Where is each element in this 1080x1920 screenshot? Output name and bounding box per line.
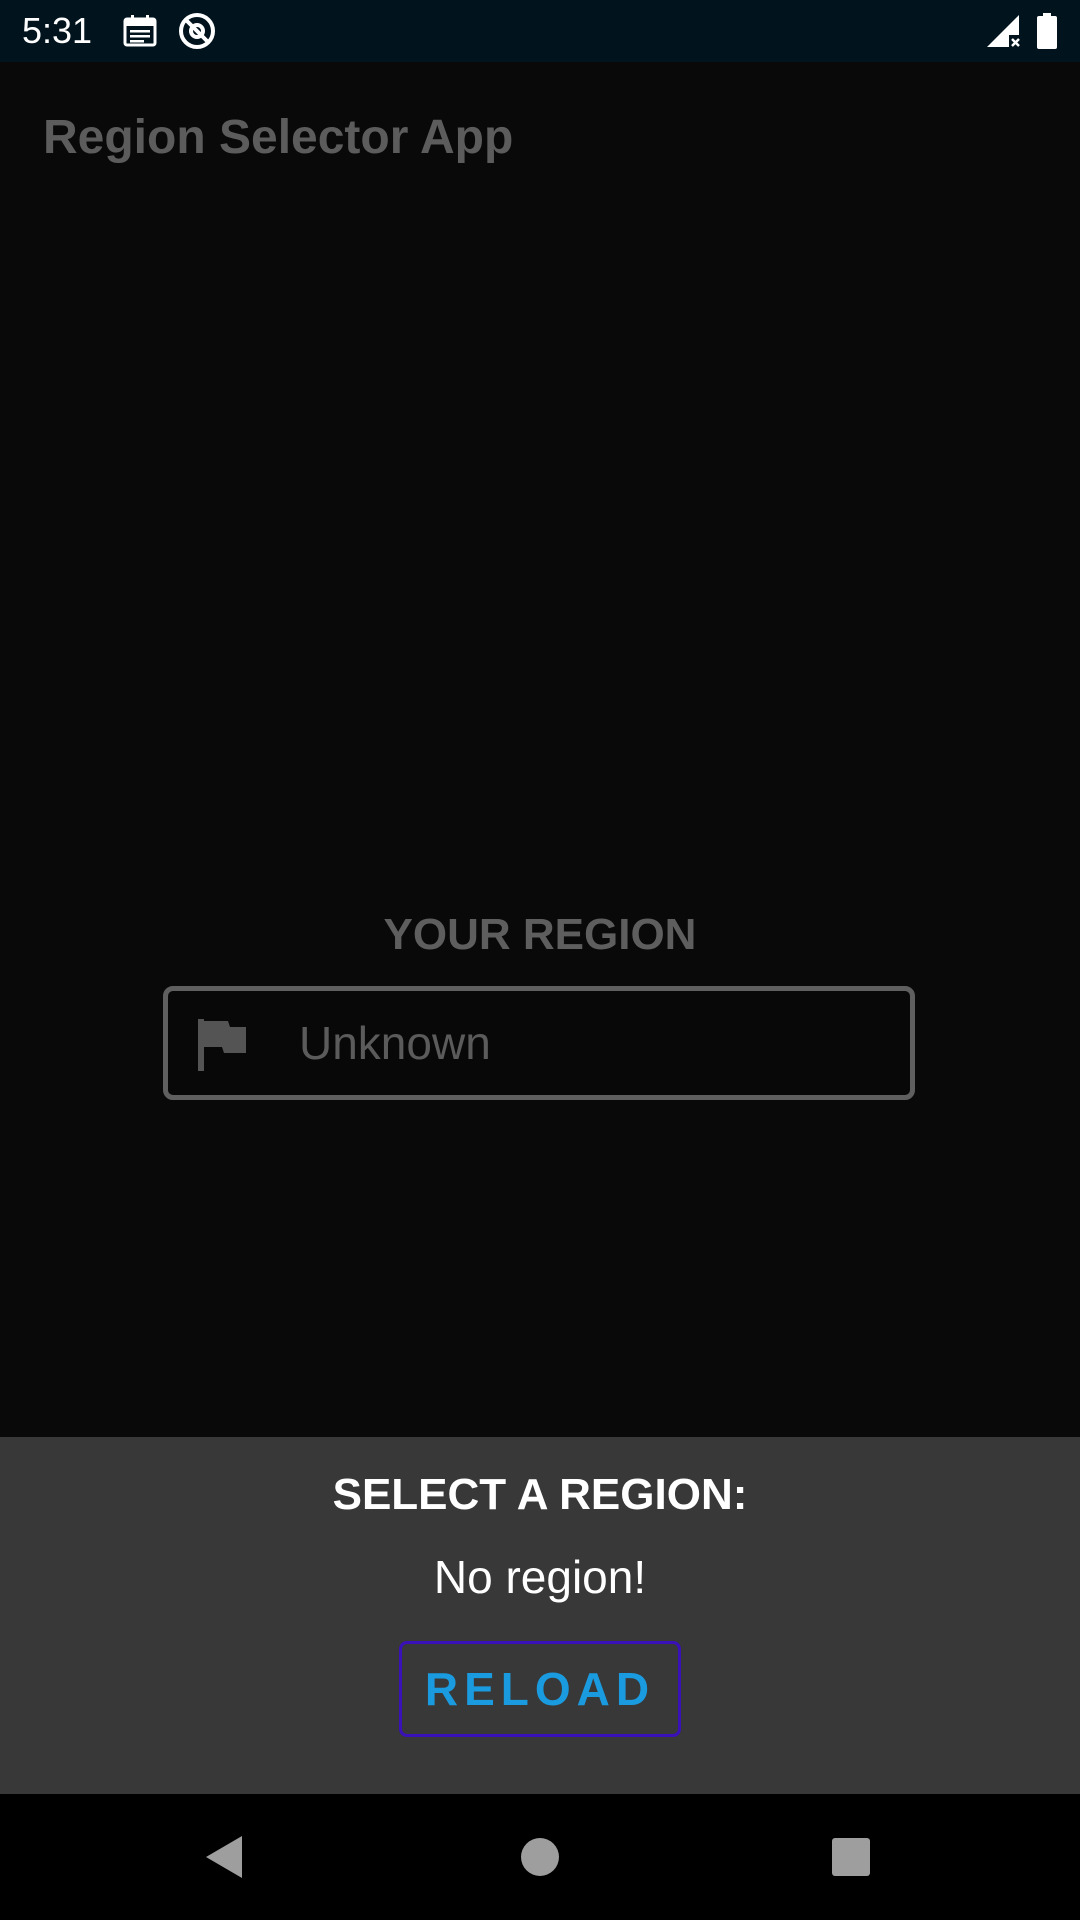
region-value: Unknown <box>299 1017 491 1069</box>
status-time: 5:31 <box>22 10 93 51</box>
region-field[interactable]: Unknown <box>163 986 915 1100</box>
home-icon[interactable] <box>507 1824 573 1890</box>
sheet-title: SELECT A REGION: <box>332 1470 748 1519</box>
navigation-bar <box>0 1794 1080 1920</box>
back-icon[interactable] <box>192 1824 258 1890</box>
signal-no-data-icon <box>987 15 1020 47</box>
reload-button[interactable]: RELOAD <box>399 1641 681 1737</box>
battery-icon <box>1037 13 1057 49</box>
at-sign-circle-icon <box>179 13 215 49</box>
flag-icon <box>198 1019 246 1071</box>
app-screen: 5:31 Region Selector App YOUR REGION Unk… <box>0 0 1080 1920</box>
sheet-message: No region! <box>433 1551 647 1603</box>
calendar-icon <box>123 15 157 47</box>
select-region-sheet: SELECT A REGION: No region! RELOAD <box>0 1437 1080 1794</box>
region-heading: YOUR REGION <box>383 910 697 959</box>
app-title: Region Selector App <box>43 111 514 164</box>
status-bar: 5:31 <box>0 0 1080 62</box>
recents-icon[interactable] <box>818 1824 884 1890</box>
